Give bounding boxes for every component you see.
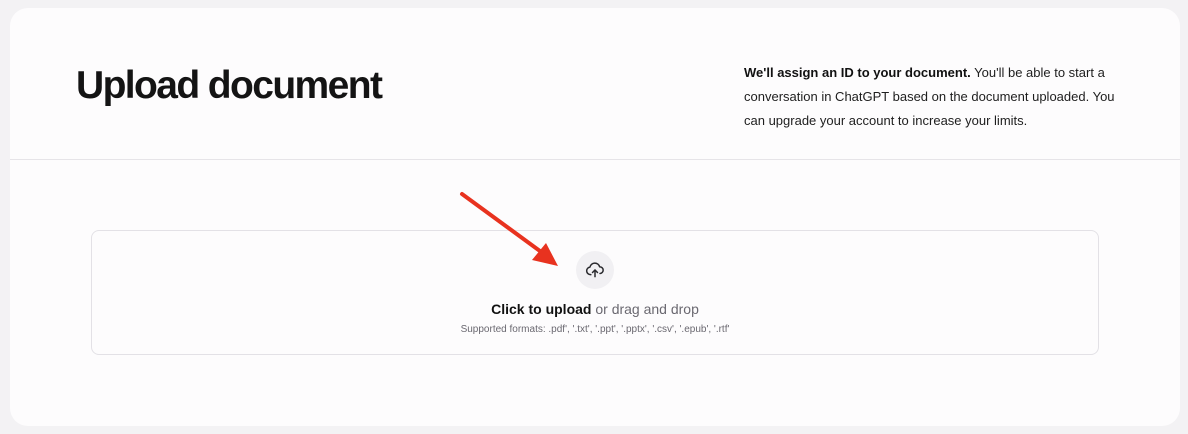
page-header: Upload document We'll assign an ID to yo… [10,8,1180,160]
page-description: We'll assign an ID to your document. You… [744,61,1124,133]
red-arrow-icon [460,192,558,266]
upload-icon-button[interactable] [576,251,614,289]
page-title: Upload document [76,64,383,107]
file-dropzone[interactable]: Click to upload or drag and drop Support… [91,230,1099,355]
drag-drop-text: or drag and drop [591,301,699,317]
upload-cloud-icon [585,262,604,278]
upload-instruction: Click to upload or drag and drop [92,301,1098,317]
click-to-upload-link[interactable]: Click to upload [491,301,591,317]
supported-formats: Supported formats: .pdf', '.txt', '.ppt'… [460,324,730,335]
upload-card: Upload document We'll assign an ID to yo… [10,8,1180,426]
description-bold: We'll assign an ID to your document. [744,65,971,80]
